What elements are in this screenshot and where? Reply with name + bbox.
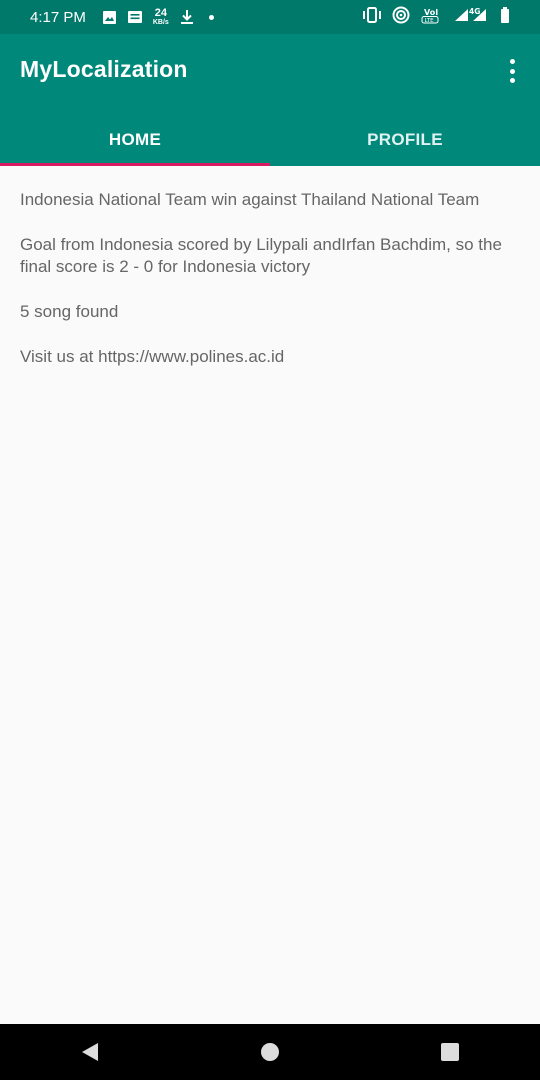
status-bar: 4:17 PM 24 KB/s VoI LTE 4G xyxy=(0,0,540,34)
visit-link-text[interactable]: Visit us at https://www.polines.ac.id xyxy=(20,346,520,368)
svg-text:VoI: VoI xyxy=(424,8,438,17)
volte-icon: VoI LTE xyxy=(420,6,442,29)
image-icon xyxy=(102,10,117,25)
match-detail-text: Goal from Indonesia scored by Lilypali a… xyxy=(20,235,502,276)
signal-icon: 4G xyxy=(452,6,490,29)
network-type-label: 4G xyxy=(469,7,480,16)
message-icon xyxy=(127,10,143,25)
songs-found-text: 5 song found xyxy=(20,302,119,321)
tab-bar: HOME PROFILE xyxy=(0,114,540,166)
navigation-bar xyxy=(0,1024,540,1080)
home-icon xyxy=(261,1043,279,1061)
back-icon xyxy=(82,1043,98,1061)
tab-profile[interactable]: PROFILE xyxy=(270,114,540,166)
tab-profile-label: PROFILE xyxy=(367,130,443,149)
status-time: 4:17 PM xyxy=(30,8,86,26)
network-speed: 24 KB/s xyxy=(152,7,169,27)
network-speed-value: 24 xyxy=(154,7,167,19)
more-options-dot xyxy=(509,78,515,83)
back-button[interactable] xyxy=(60,1024,120,1080)
vibrate-icon xyxy=(362,6,382,28)
home-content: Indonesia National Team win against Thai… xyxy=(20,166,520,368)
headline-text: Indonesia National Team win against Thai… xyxy=(20,190,480,209)
more-options-icon[interactable] xyxy=(506,59,518,83)
download-icon xyxy=(179,9,195,25)
tab-home[interactable]: HOME xyxy=(0,114,270,166)
home-button[interactable] xyxy=(240,1024,300,1080)
recents-icon xyxy=(441,1043,459,1061)
more-options-dot xyxy=(509,59,515,64)
battery-icon xyxy=(500,6,510,29)
app-title: MyLocalization xyxy=(20,56,188,82)
app-bar: MyLocalization HOME PROFILE xyxy=(0,34,540,166)
notification-dot-icon xyxy=(208,14,214,20)
svg-text:LTE: LTE xyxy=(425,18,435,24)
recents-button[interactable] xyxy=(420,1024,480,1080)
network-speed-unit: KB/s xyxy=(152,19,169,26)
tab-home-label: HOME xyxy=(108,130,162,149)
hotspot-icon xyxy=(392,6,410,29)
more-options-dot xyxy=(509,68,515,74)
